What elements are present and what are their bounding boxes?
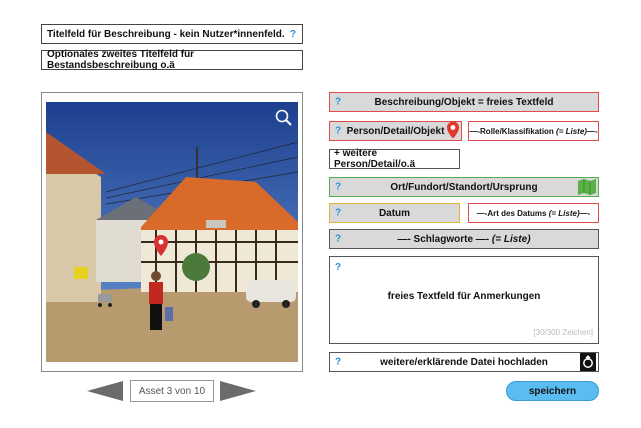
person-field[interactable]: ? Person/Detail/Objekt (329, 121, 462, 141)
arrow-right-icon[interactable] (220, 381, 256, 401)
title-field-description-text: Titelfeld für Beschreibung - kein Nutzer… (47, 28, 285, 40)
help-icon[interactable]: ? (335, 182, 341, 193)
description-field[interactable]: ? Beschreibung/Objekt = freies Textfeld (329, 92, 599, 112)
save-button[interactable]: speichern (506, 381, 599, 401)
upload-file-label: weitere/erklärende Datei hochladen (380, 356, 548, 368)
person-field-label: Person/Detail/Objekt (346, 125, 445, 137)
notes-placeholder: freies Textfeld für Anmerkungen (387, 291, 541, 302)
arrow-left-icon[interactable] (87, 381, 123, 401)
title-field-inventory: Optionales zweites Titelfeld für Bestand… (41, 49, 303, 71)
title-field-description: Titelfeld für Beschreibung - kein Nutzer… (41, 24, 303, 44)
help-icon[interactable]: ? (335, 357, 341, 368)
save-button-label: speichern (528, 385, 577, 397)
date-field[interactable]: ? Datum (329, 203, 460, 223)
keywords-field-label: —- Schlagworte —- (= Liste) (397, 233, 531, 245)
date-field-label: Datum (378, 207, 411, 219)
location-field-label: Ort/Fundort/Standort/Ursprung (390, 181, 538, 193)
add-person-label: + weitere Person/Detail/o.ä (334, 148, 416, 170)
map-pin-icon[interactable] (446, 121, 460, 139)
help-icon[interactable]: ? (335, 126, 341, 137)
role-field[interactable]: —-Rolle/Klassifikation (= Liste)—- (468, 121, 599, 141)
asset-counter: Asset 3 von 10 (130, 380, 214, 402)
description-field-label: Beschreibung/Objekt = freies Textfeld (374, 96, 554, 108)
char-counter: [30/300 Zeichen] (533, 328, 593, 337)
upload-file-icon[interactable] (580, 353, 596, 371)
image-frame (41, 92, 303, 372)
title-field-inventory-text: Optionales zweites Titelfeld für Bestand… (47, 49, 195, 71)
add-person-button[interactable]: + weitere Person/Detail/o.ä (329, 148, 460, 170)
role-field-label: —-Rolle/Klassifikation (= Liste)—- (469, 126, 598, 136)
help-icon[interactable]: ? (335, 234, 341, 245)
keywords-field[interactable]: ? —- Schlagworte —- (= Liste) (329, 229, 599, 249)
help-icon[interactable]: ? (335, 97, 341, 108)
notes-textarea[interactable]: ? freies Textfeld für Anmerkungen [30/30… (329, 256, 599, 344)
asset-photo[interactable] (46, 102, 298, 362)
date-type-field[interactable]: —-Art des Datums (= Liste)—- (468, 203, 599, 223)
asset-counter-label: Asset 3 von 10 (138, 385, 206, 397)
date-type-field-label: —-Art des Datums (= Liste)—- (476, 208, 591, 218)
map-icon[interactable] (578, 179, 596, 195)
help-icon[interactable]: ? (335, 262, 341, 273)
help-icon[interactable]: ? (335, 208, 341, 219)
help-icon[interactable]: ? (290, 29, 296, 40)
upload-file-field[interactable]: ? weitere/erklärende Datei hochladen (329, 352, 599, 372)
location-field[interactable]: ? Ort/Fundort/Standort/Ursprung (329, 177, 599, 197)
